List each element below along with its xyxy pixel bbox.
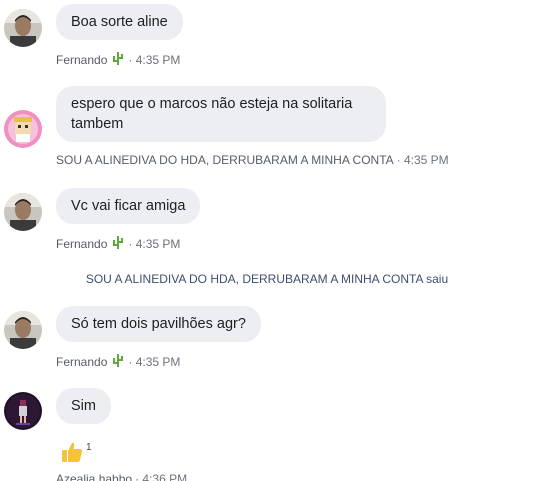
- message-bubble[interactable]: Sim: [56, 388, 111, 424]
- cactus-icon: [111, 51, 125, 69]
- author-name[interactable]: Fernando: [56, 355, 107, 369]
- cactus-icon: [111, 235, 125, 253]
- author-name[interactable]: Azealia habbo: [56, 472, 132, 481]
- reaction-chip[interactable]: 1: [60, 440, 92, 469]
- message-meta: Fernando · 4:35 PM: [56, 51, 180, 69]
- thumbs-up-icon: [60, 440, 84, 469]
- timestamp: · 4:35 PM: [128, 53, 181, 67]
- message-bubble[interactable]: Só tem dois pavilhões agr?: [56, 306, 261, 342]
- avatar-azealia[interactable]: [4, 392, 42, 430]
- cactus-icon: [111, 353, 125, 371]
- message-bubble[interactable]: espero que o marcos não esteja na solita…: [56, 86, 386, 142]
- system-notice: SOU A ALINEDIVA DO HDA, DERRUBARAM A MIN…: [85, 272, 449, 286]
- chat-thread: Boa sorte aline Fernando · 4:35 PM esper…: [0, 0, 534, 481]
- message-meta: Azealia habbo · 4:36 PM: [56, 472, 187, 481]
- avatar-fernando[interactable]: [4, 193, 42, 231]
- message-meta: Fernando · 4:35 PM: [56, 235, 180, 253]
- reaction-count: 1: [86, 442, 92, 453]
- message-bubble[interactable]: Boa sorte aline: [56, 4, 183, 40]
- message-meta: Fernando · 4:35 PM: [56, 353, 180, 371]
- author-name[interactable]: Fernando: [56, 53, 107, 67]
- timestamp: · 4:35 PM: [128, 355, 181, 369]
- timestamp: · 4:35 PM: [128, 237, 181, 251]
- author-name[interactable]: SOU A ALINEDIVA DO HDA, DERRUBARAM A MIN…: [56, 153, 394, 167]
- avatar-fernando[interactable]: [4, 9, 42, 47]
- avatar-alinediva[interactable]: [4, 110, 42, 148]
- timestamp: · 4:36 PM: [135, 472, 188, 481]
- avatar-fernando[interactable]: [4, 311, 42, 349]
- timestamp: · 4:35 PM: [396, 153, 449, 167]
- message-meta: SOU A ALINEDIVA DO HDA, DERRUBARAM A MIN…: [56, 153, 449, 167]
- message-bubble[interactable]: Vc vai ficar amiga: [56, 188, 201, 224]
- author-name[interactable]: Fernando: [56, 237, 107, 251]
